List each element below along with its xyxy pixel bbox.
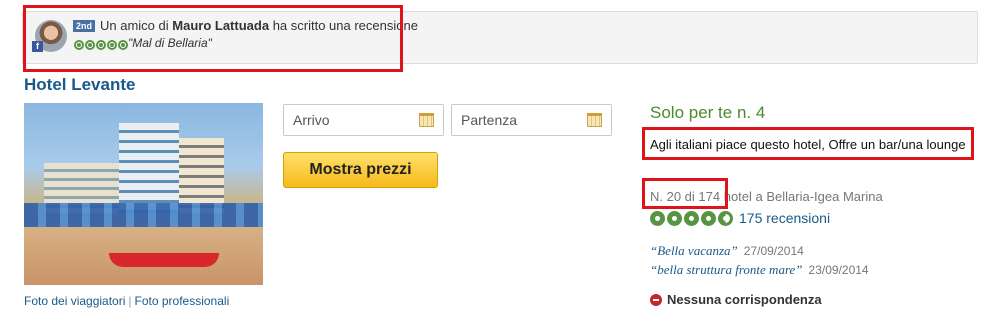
photo-building <box>119 123 179 213</box>
hotel-name-link[interactable]: Hotel Levante <box>24 75 135 95</box>
friend-prefix: Un amico di <box>100 18 169 33</box>
bubble-rating-icon <box>650 210 665 226</box>
snippet-date: 23/09/2014 <box>808 263 869 277</box>
snippet-quote-text[interactable]: Bella vacanza <box>657 243 730 258</box>
show-prices-button[interactable]: Mostra prezzi <box>283 152 438 188</box>
hotel-tags: Agli italiani piace questo hotel, Offre … <box>650 137 966 152</box>
calendar-icon[interactable] <box>587 113 602 127</box>
bubble-rating-icon <box>684 210 699 226</box>
bubble-rating-icon <box>107 40 117 50</box>
reviews-count-link[interactable]: 175 recensioni <box>739 210 830 226</box>
availability-status: Nessuna corrispondenza <box>650 292 822 307</box>
photo-links-separator: | <box>128 294 132 308</box>
bubble-rating-icon <box>96 40 106 50</box>
friend-review-title[interactable]: "Mal di Bellaria" <box>128 36 212 50</box>
review-snippet: “bella struttura fronte mare” 23/09/2014 <box>650 262 869 278</box>
hotel-ranking[interactable]: N. 20 di 174 hotel a Bellaria-Igea Marin… <box>650 189 883 204</box>
checkout-field[interactable] <box>451 104 612 136</box>
bubble-rating-icon <box>718 210 733 226</box>
checkin-field[interactable] <box>283 104 444 136</box>
friend-review-line: Un amico di Mauro Lattuada ha scritto un… <box>100 18 418 33</box>
photo-umbrellas <box>24 203 263 227</box>
traveler-photos-link[interactable]: Foto dei viaggiatori <box>24 294 125 308</box>
facebook-icon: f <box>32 41 43 52</box>
snippet-quote-text[interactable]: bella struttura fronte mare <box>657 262 795 277</box>
bubble-rating-icon <box>118 40 128 50</box>
friend-suffix: ha scritto una recensione <box>272 18 418 33</box>
photo-building <box>179 138 224 213</box>
degree-badge: 2nd <box>73 20 95 32</box>
hotel-rating-row: 175 recensioni <box>650 210 830 226</box>
snippet-date: 27/09/2014 <box>743 244 804 258</box>
friend-review-rating <box>74 38 129 53</box>
professional-photos-link[interactable]: Foto professionali <box>135 294 230 308</box>
snippet-quote-link[interactable]: “Bella vacanza” <box>650 243 738 258</box>
bubble-rating-icon <box>74 40 84 50</box>
bubble-rating-icon <box>701 210 716 226</box>
photo-links: Foto dei viaggiatori | Foto professionali <box>24 294 229 308</box>
bubble-rating-icon <box>667 210 682 226</box>
calendar-icon[interactable] <box>419 113 434 127</box>
photo-boat <box>109 253 219 267</box>
hotel-photo[interactable] <box>24 103 263 285</box>
review-snippet: “Bella vacanza” 27/09/2014 <box>650 243 804 259</box>
bubble-rating-icon <box>85 40 95 50</box>
snippet-quote-link[interactable]: “bella struttura fronte mare” <box>650 262 803 277</box>
no-match-text: Nessuna corrispondenza <box>667 292 822 307</box>
no-match-icon <box>650 293 662 306</box>
solo-per-te-label: Solo per te n. 4 <box>650 103 766 122</box>
friend-name-link[interactable]: Mauro Lattuada <box>172 18 269 33</box>
